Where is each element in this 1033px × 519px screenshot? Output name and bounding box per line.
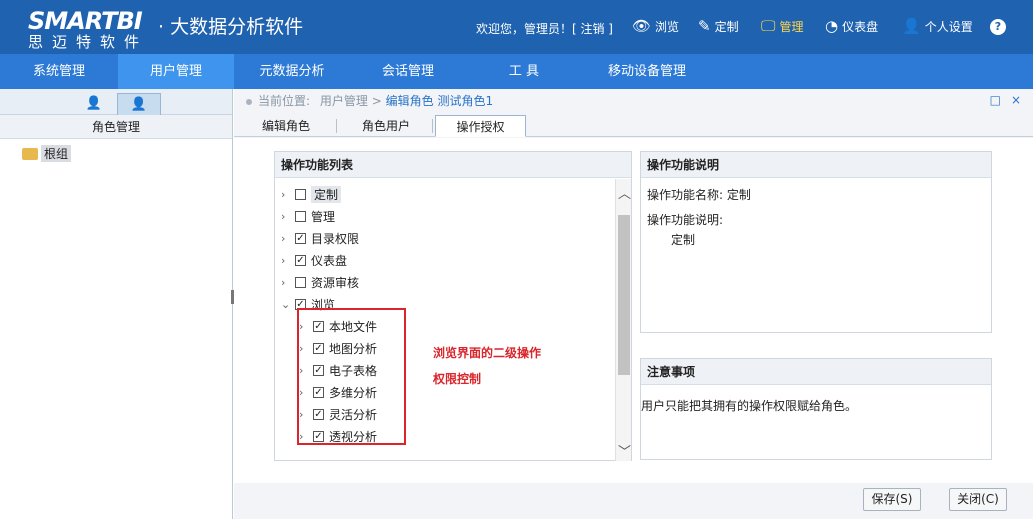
scroll-thumb[interactable] [618, 215, 630, 375]
function-item[interactable]: › ✓ 目录权限 [281, 228, 359, 248]
chevron-down-icon[interactable]: ⌄ [281, 298, 293, 311]
function-desc-label: 操作功能说明: [647, 213, 724, 227]
function-list-panel: 操作功能列表 › 定制 › 管理 › ✓ 目录权限 › ✓ 仪表盘 › 资源审核 ⌄ ✓ 浏览 › ✓ 本地文件 ›… [274, 151, 632, 461]
left-tabs: 👤 👤 [0, 89, 232, 115]
nav-dashboard-label: 仪表盘 [842, 19, 879, 34]
chevron-right-icon[interactable]: › [281, 254, 293, 267]
function-checkbox[interactable]: ✓ [295, 232, 306, 244]
help-icon[interactable]: ? [990, 19, 1006, 35]
left-panel-title: 角色管理 [0, 115, 232, 139]
function-item[interactable]: › ✓ 仪表盘 [281, 250, 347, 270]
breadcrumb: 当前位置: 用户管理 > 编辑角色 测试角色1 [234, 89, 1033, 113]
description-panel: 操作功能说明 操作功能名称: 定制 操作功能说明: 定制 [640, 151, 992, 333]
user-icon: 👤 [85, 96, 103, 111]
nav-personal-settings-label: 个人设置 [924, 19, 973, 34]
eye-icon: 👁 [632, 17, 652, 35]
user-icon: 👤 [902, 17, 921, 35]
welcome-text[interactable]: 欢迎您，管理员！[ 注销 ] [476, 20, 613, 37]
menu-session-management[interactable]: 会话管理 [350, 54, 466, 89]
function-item-label: 目录权限 [311, 231, 360, 246]
chevron-right-icon[interactable]: › [281, 210, 293, 223]
menu-metadata-analysis[interactable]: 元数据分析 [234, 54, 350, 89]
logo-subtitle: 思迈特软件 [28, 33, 149, 51]
notes-text: 用户只能把其拥有的操作权限赋给角色。 [641, 399, 858, 413]
function-item[interactable]: › 资源审核 [281, 272, 359, 292]
function-item-label: 定制 [311, 185, 342, 203]
chevron-up-icon[interactable]: ︿ [618, 183, 631, 202]
bottom-bar: 保存(S) 关闭(C) [234, 483, 1033, 519]
nav-browse[interactable]: 👁 浏览 [632, 17, 679, 35]
sub-tabs: 编辑角色 角色用户 操作授权 [234, 113, 1033, 137]
window-controls: □ × [990, 93, 1021, 107]
tab-operation-authorization[interactable]: 操作授权 [435, 115, 526, 137]
close-icon[interactable]: × [1011, 93, 1021, 107]
main-menu: 系统管理 用户管理 元数据分析 会话管理 工 具 移动设备管理 [0, 54, 1033, 89]
function-checkbox[interactable] [295, 210, 306, 222]
annotation-line-1: 浏览界面的二级操作 [433, 346, 542, 360]
notes-title: 注意事项 [641, 359, 991, 385]
app-header: SMARTBI 思迈特软件 · 大数据分析软件 欢迎您，管理员！[ 注销 ] 👁… [0, 0, 1033, 54]
function-desc-value: 定制 [671, 233, 696, 247]
bullet-icon [246, 98, 252, 105]
breadcrumb-edit-role[interactable]: 编辑角色 [386, 94, 434, 108]
maximize-icon[interactable]: □ [990, 93, 1001, 107]
chevron-down-icon[interactable]: ﹀ [618, 441, 631, 460]
function-name: 操作功能名称: 定制 [647, 188, 751, 202]
tab-separator [432, 119, 433, 133]
function-checkbox[interactable] [295, 188, 306, 200]
notes-panel: 注意事项 用户只能把其拥有的操作权限赋给角色。 [640, 358, 992, 460]
chevron-right-icon[interactable]: › [281, 232, 293, 245]
tree-root-label: 根组 [41, 145, 72, 162]
breadcrumb-separator: > [371, 94, 382, 108]
breadcrumb-user-management[interactable]: 用户管理 [320, 94, 368, 108]
nav-manage-label: 管理 [779, 19, 804, 34]
function-checkbox[interactable] [295, 276, 306, 288]
dashboard-icon: ◔ [825, 17, 839, 35]
close-button[interactable]: 关闭(C) [949, 488, 1007, 511]
chevron-right-icon[interactable]: › [281, 188, 293, 201]
breadcrumb-role-name: 测试角色1 [437, 94, 494, 108]
breadcrumb-prefix: 当前位置: [258, 94, 311, 108]
folder-icon [22, 147, 38, 160]
nav-personal-settings[interactable]: 👤 个人设置 [902, 17, 973, 35]
nav-manage[interactable]: 🖵 管理 [761, 17, 803, 35]
menu-user-management[interactable]: 用户管理 [118, 54, 234, 89]
function-item-label: 管理 [311, 209, 336, 224]
function-item[interactable]: › 管理 [281, 206, 335, 226]
highlight-box [297, 308, 406, 445]
user-icon: 👤 [130, 97, 148, 112]
function-item[interactable]: › 定制 [281, 184, 342, 204]
function-item-label: 资源审核 [311, 275, 360, 290]
tab-separator [336, 119, 337, 133]
description-title: 操作功能说明 [641, 152, 991, 178]
left-tab-role[interactable]: 👤 [117, 93, 161, 115]
function-checkbox[interactable]: ✓ [295, 254, 306, 266]
tab-edit-role[interactable]: 编辑角色 [246, 115, 326, 137]
annotation-line-2: 权限控制 [433, 372, 482, 386]
save-button[interactable]: 保存(S) [863, 488, 921, 511]
left-panel: 👤 👤 角色管理 根组 [0, 89, 233, 519]
menu-mobile-devices[interactable]: 移动设备管理 [582, 54, 712, 89]
menu-system-management[interactable]: 系统管理 [0, 54, 118, 89]
monitor-icon: 🖵 [761, 17, 776, 35]
function-list-title: 操作功能列表 [275, 152, 631, 178]
pencil-icon: ✎ [698, 17, 711, 35]
nav-browse-label: 浏览 [655, 19, 680, 34]
scrollbar[interactable]: ︿ ﹀ [615, 179, 631, 461]
nav-customize-label: 定制 [714, 19, 739, 34]
left-tab-user[interactable]: 👤 [72, 93, 116, 115]
right-area: 当前位置: 用户管理 > 编辑角色 测试角色1 □ × 编辑角色 角色用户 操作… [234, 89, 1033, 519]
app-title: · 大数据分析软件 [158, 16, 304, 38]
nav-customize[interactable]: ✎ 定制 [698, 17, 739, 35]
nav-dashboard[interactable]: ◔ 仪表盘 [825, 17, 878, 35]
chevron-right-icon[interactable]: › [281, 276, 293, 289]
menu-tools[interactable]: 工 具 [466, 54, 582, 89]
function-item-label: 仪表盘 [311, 253, 348, 268]
tab-role-users[interactable]: 角色用户 [346, 115, 426, 137]
tree-root[interactable]: 根组 [22, 145, 72, 162]
